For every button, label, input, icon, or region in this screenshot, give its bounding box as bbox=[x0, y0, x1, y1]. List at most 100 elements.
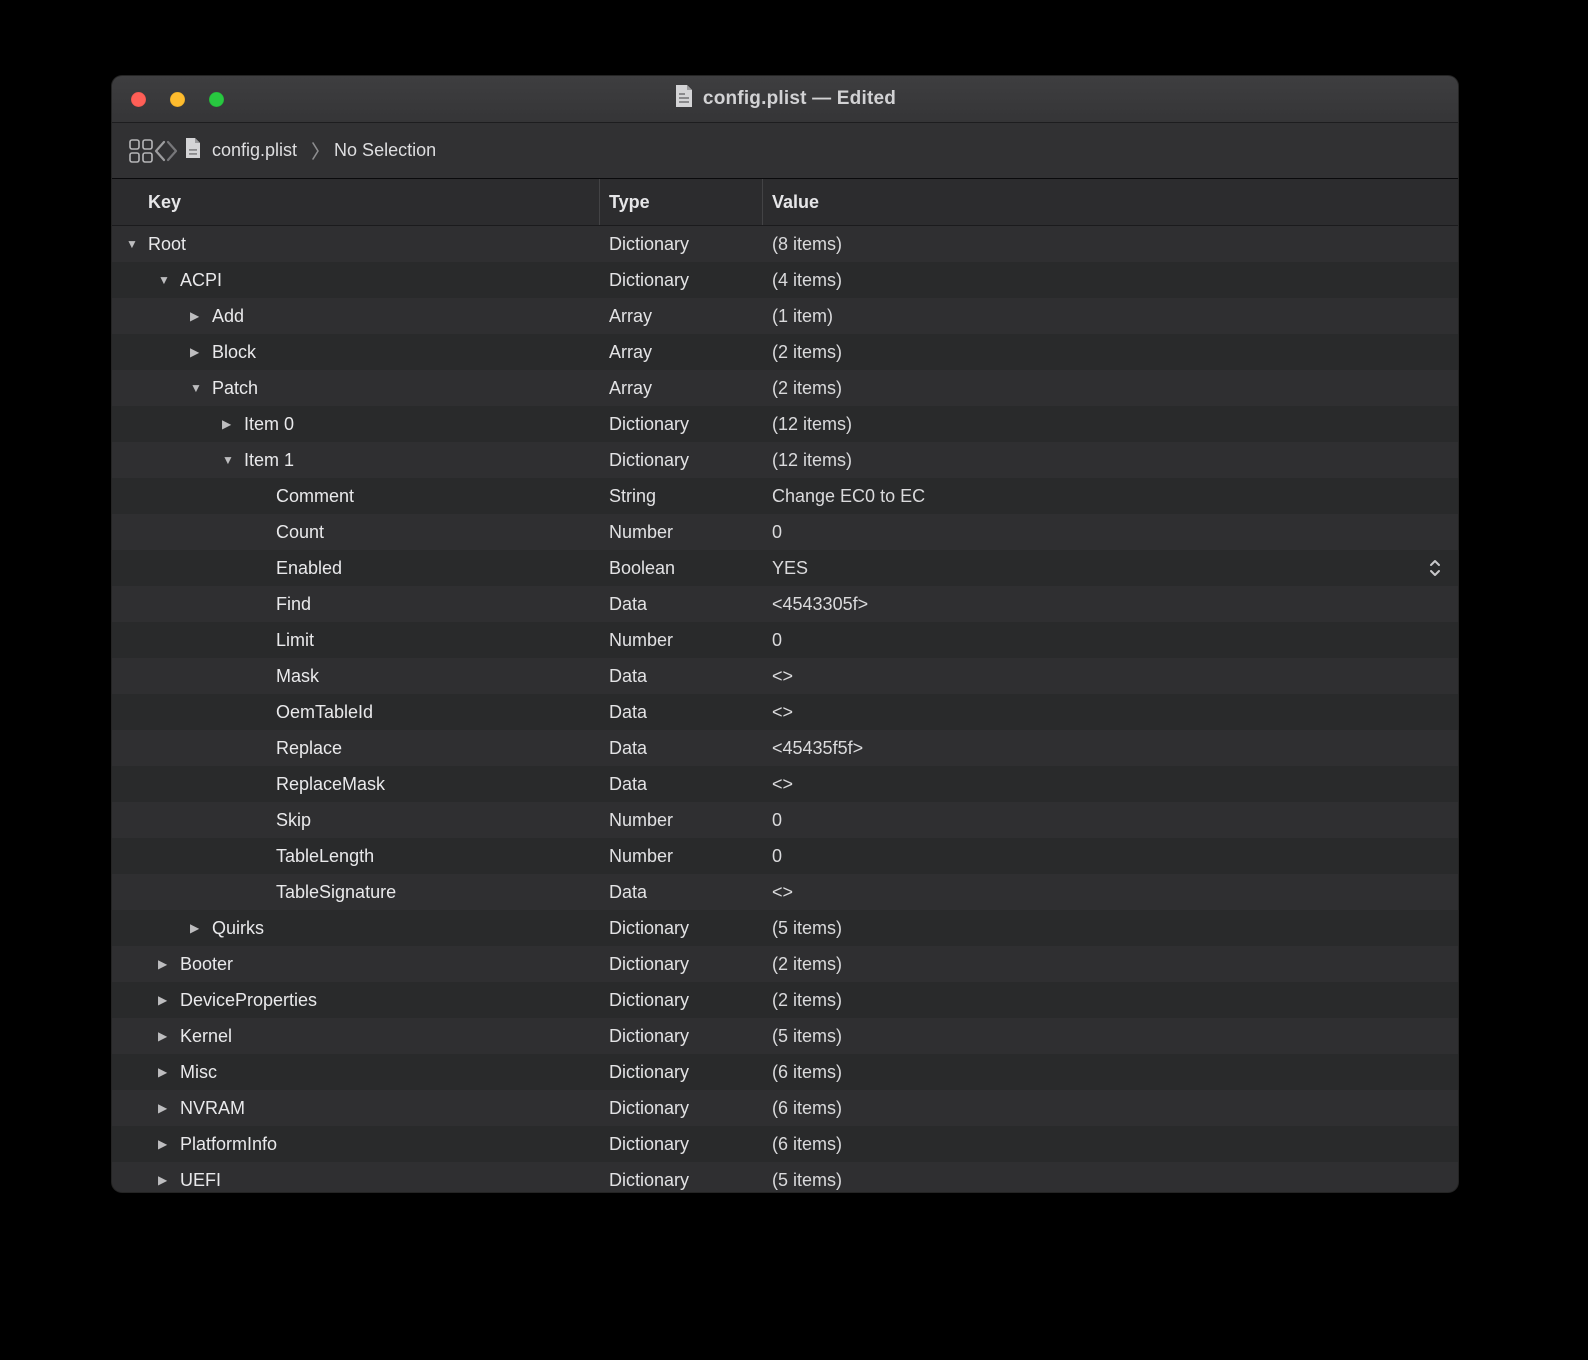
table-row[interactable]: Mask Data <> bbox=[112, 658, 1458, 694]
table-row[interactable]: ▶ Kernel Dictionary (5 items) bbox=[112, 1018, 1458, 1054]
table-row[interactable]: Find Data <4543305f> bbox=[112, 586, 1458, 622]
row-key[interactable]: NVRAM bbox=[180, 1098, 245, 1119]
row-type[interactable]: Data bbox=[600, 766, 763, 802]
disclosure-triangle-icon[interactable]: ▶ bbox=[158, 1101, 180, 1115]
disclosure-triangle-icon[interactable]: ▶ bbox=[158, 993, 180, 1007]
row-value[interactable]: 0 bbox=[772, 846, 782, 867]
row-type[interactable]: Number bbox=[600, 622, 763, 658]
disclosure-triangle-icon[interactable]: ▶ bbox=[158, 1065, 180, 1079]
row-key[interactable]: TableLength bbox=[276, 846, 374, 867]
minimize-button[interactable] bbox=[170, 92, 185, 107]
row-value[interactable]: (1 item) bbox=[772, 306, 833, 327]
row-value[interactable]: (4 items) bbox=[772, 270, 842, 291]
table-row[interactable]: ▶ Booter Dictionary (2 items) bbox=[112, 946, 1458, 982]
disclosure-triangle-icon[interactable]: ▼ bbox=[126, 237, 148, 251]
row-key[interactable]: DeviceProperties bbox=[180, 990, 317, 1011]
row-key[interactable]: Item 0 bbox=[244, 414, 294, 435]
row-key[interactable]: Item 1 bbox=[244, 450, 294, 471]
row-type[interactable]: Data bbox=[600, 586, 763, 622]
row-value[interactable]: (6 items) bbox=[772, 1062, 842, 1083]
row-type[interactable]: Boolean bbox=[600, 550, 763, 586]
disclosure-triangle-icon[interactable]: ▶ bbox=[158, 1029, 180, 1043]
row-key[interactable]: Kernel bbox=[180, 1026, 232, 1047]
row-key[interactable]: Count bbox=[276, 522, 324, 543]
row-type[interactable]: Dictionary bbox=[600, 262, 763, 298]
row-type[interactable]: String bbox=[600, 478, 763, 514]
row-type[interactable]: Dictionary bbox=[600, 1126, 763, 1162]
row-value[interactable]: 0 bbox=[772, 522, 782, 543]
table-row[interactable]: Enabled Boolean YES bbox=[112, 550, 1458, 586]
title-bar[interactable]: config.plist — Edited bbox=[112, 76, 1458, 123]
row-type[interactable]: Dictionary bbox=[600, 1054, 763, 1090]
table-row[interactable]: ▼ ACPI Dictionary (4 items) bbox=[112, 262, 1458, 298]
row-key[interactable]: Block bbox=[212, 342, 256, 363]
row-key[interactable]: Skip bbox=[276, 810, 311, 831]
row-value[interactable]: <> bbox=[772, 774, 793, 795]
row-key[interactable]: Quirks bbox=[212, 918, 264, 939]
row-value[interactable]: (8 items) bbox=[772, 234, 842, 255]
disclosure-triangle-icon[interactable]: ▼ bbox=[222, 453, 244, 467]
table-row[interactable]: ▼ Root Dictionary (8 items) bbox=[112, 226, 1458, 262]
row-value[interactable]: (5 items) bbox=[772, 1170, 842, 1191]
row-value[interactable]: 0 bbox=[772, 630, 782, 651]
table-row[interactable]: ▶ Quirks Dictionary (5 items) bbox=[112, 910, 1458, 946]
disclosure-triangle-icon[interactable]: ▼ bbox=[190, 381, 212, 395]
row-key[interactable]: ReplaceMask bbox=[276, 774, 385, 795]
row-value[interactable]: (2 items) bbox=[772, 342, 842, 363]
table-row[interactable]: ▶ Item 0 Dictionary (12 items) bbox=[112, 406, 1458, 442]
row-value[interactable]: Change EC0 to EC bbox=[772, 486, 925, 507]
row-value[interactable]: <45435f5f> bbox=[772, 738, 863, 759]
row-value[interactable]: (2 items) bbox=[772, 378, 842, 399]
row-type[interactable]: Array bbox=[600, 334, 763, 370]
table-row[interactable]: TableSignature Data <> bbox=[112, 874, 1458, 910]
row-key[interactable]: Replace bbox=[276, 738, 342, 759]
row-value[interactable]: (2 items) bbox=[772, 954, 842, 975]
disclosure-triangle-icon[interactable]: ▶ bbox=[190, 345, 212, 359]
row-type[interactable]: Data bbox=[600, 874, 763, 910]
row-key[interactable]: Add bbox=[212, 306, 244, 327]
row-type[interactable]: Dictionary bbox=[600, 982, 763, 1018]
row-value[interactable]: (12 items) bbox=[772, 414, 852, 435]
row-value[interactable]: <> bbox=[772, 882, 793, 903]
row-type[interactable]: Data bbox=[600, 658, 763, 694]
row-key[interactable]: TableSignature bbox=[276, 882, 396, 903]
table-row[interactable]: ▶ Misc Dictionary (6 items) bbox=[112, 1054, 1458, 1090]
close-button[interactable] bbox=[131, 92, 146, 107]
table-row[interactable]: ▶ UEFI Dictionary (5 items) bbox=[112, 1162, 1458, 1192]
row-type[interactable]: Number bbox=[600, 514, 763, 550]
row-key[interactable]: ACPI bbox=[180, 270, 222, 291]
row-type[interactable]: Dictionary bbox=[600, 226, 763, 262]
breadcrumb-document[interactable]: config.plist bbox=[212, 140, 297, 161]
table-row[interactable]: TableLength Number 0 bbox=[112, 838, 1458, 874]
row-key[interactable]: Comment bbox=[276, 486, 354, 507]
table-row[interactable]: ReplaceMask Data <> bbox=[112, 766, 1458, 802]
boolean-stepper-icon[interactable] bbox=[1428, 558, 1442, 578]
table-row[interactable]: Comment String Change EC0 to EC bbox=[112, 478, 1458, 514]
row-value[interactable]: YES bbox=[772, 558, 808, 579]
column-header-type[interactable]: Type bbox=[600, 179, 763, 225]
row-type[interactable]: Data bbox=[600, 694, 763, 730]
row-value[interactable]: (6 items) bbox=[772, 1134, 842, 1155]
row-key[interactable]: Misc bbox=[180, 1062, 217, 1083]
row-value[interactable]: (12 items) bbox=[772, 450, 852, 471]
table-row[interactable]: OemTableId Data <> bbox=[112, 694, 1458, 730]
column-header-value[interactable]: Value bbox=[763, 179, 1458, 225]
table-row[interactable]: Limit Number 0 bbox=[112, 622, 1458, 658]
table-row[interactable]: ▶ PlatformInfo Dictionary (6 items) bbox=[112, 1126, 1458, 1162]
row-key[interactable]: Patch bbox=[212, 378, 258, 399]
row-key[interactable]: Find bbox=[276, 594, 311, 615]
row-type[interactable]: Dictionary bbox=[600, 1090, 763, 1126]
table-row[interactable]: ▼ Item 1 Dictionary (12 items) bbox=[112, 442, 1458, 478]
breadcrumb-selection[interactable]: No Selection bbox=[334, 140, 436, 161]
row-value[interactable]: (5 items) bbox=[772, 918, 842, 939]
column-header-key[interactable]: Key bbox=[112, 179, 600, 225]
row-value[interactable]: 0 bbox=[772, 810, 782, 831]
disclosure-triangle-icon[interactable]: ▼ bbox=[158, 273, 180, 287]
row-value[interactable]: (5 items) bbox=[772, 1026, 842, 1047]
table-row[interactable]: ▶ Block Array (2 items) bbox=[112, 334, 1458, 370]
row-value[interactable]: (6 items) bbox=[772, 1098, 842, 1119]
row-key[interactable]: Root bbox=[148, 234, 186, 255]
disclosure-triangle-icon[interactable]: ▶ bbox=[190, 921, 212, 935]
table-row[interactable]: ▶ DeviceProperties Dictionary (2 items) bbox=[112, 982, 1458, 1018]
row-key[interactable]: OemTableId bbox=[276, 702, 373, 723]
